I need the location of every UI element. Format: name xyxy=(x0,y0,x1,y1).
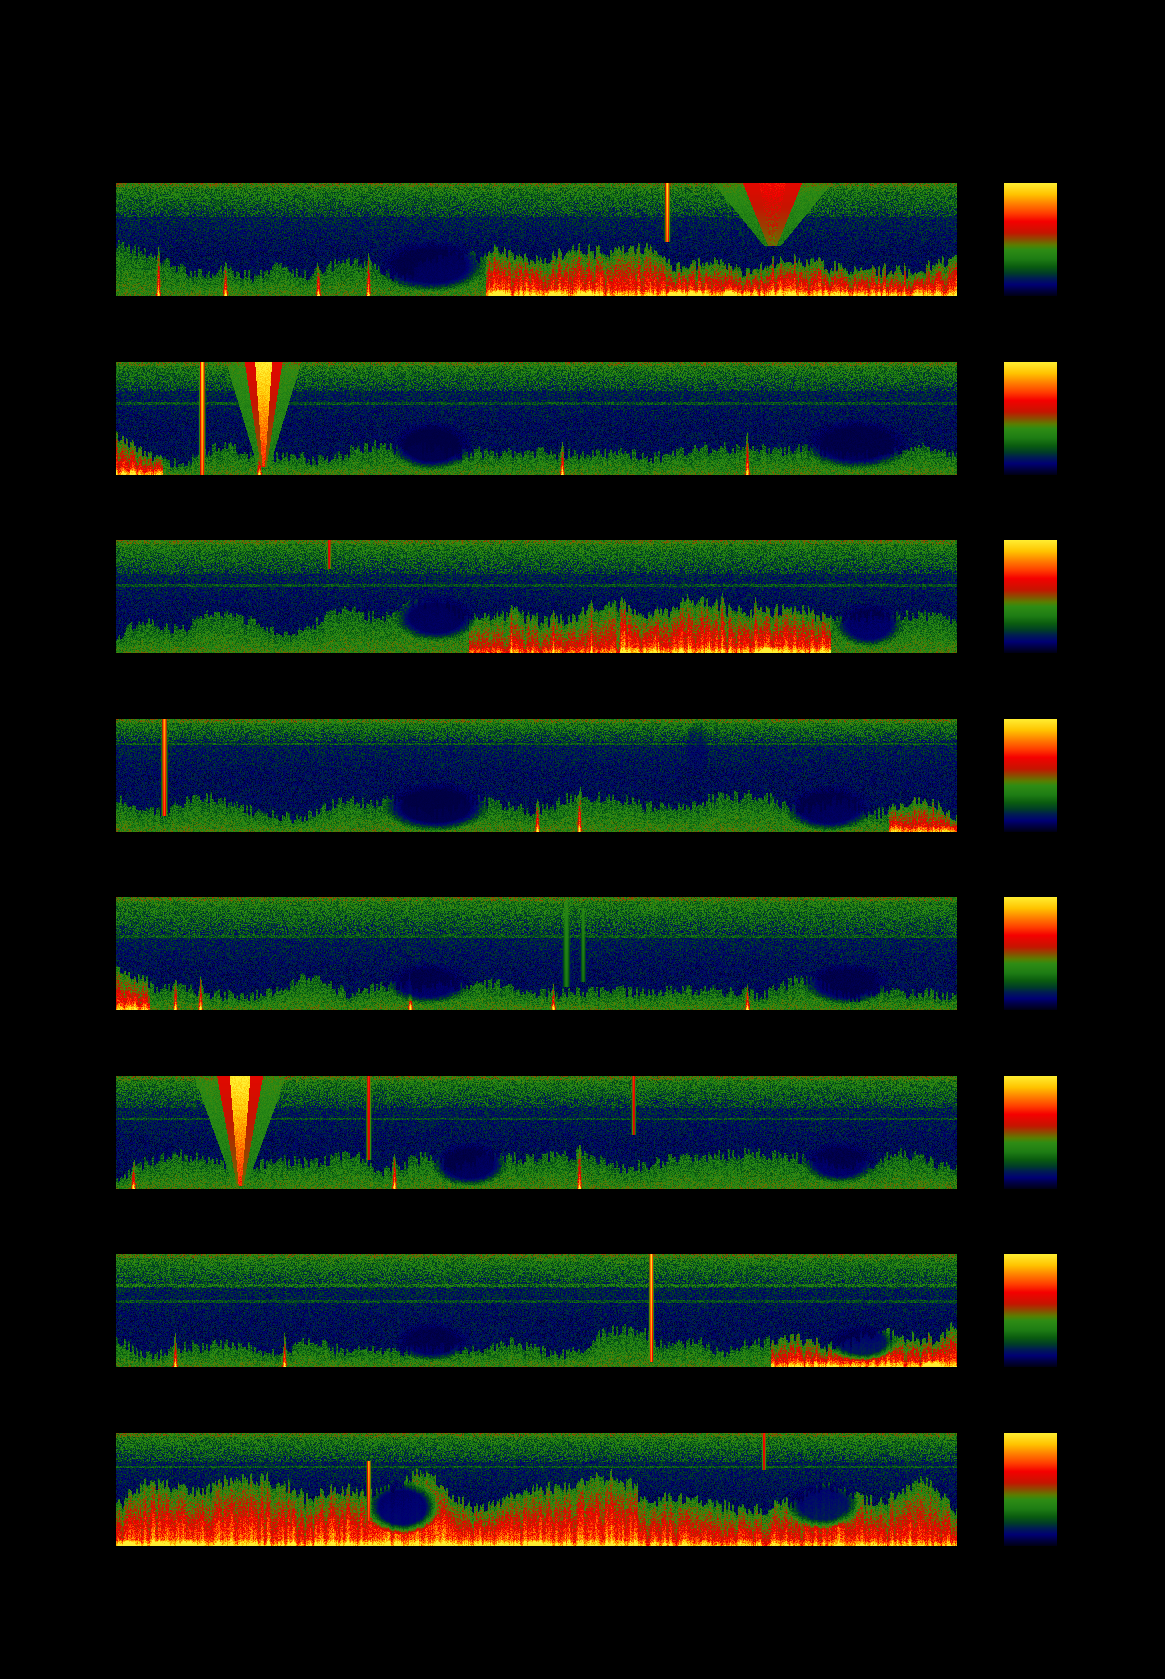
spectrogram-figure xyxy=(0,0,1165,1679)
colorbar-panel-1 xyxy=(1004,183,1057,296)
colorbar-panel-6 xyxy=(1004,1076,1057,1189)
spectrogram-panel-3 xyxy=(116,540,957,653)
colorbar-panel-5 xyxy=(1004,897,1057,1010)
colorbar-panel-7 xyxy=(1004,1254,1057,1367)
spectrogram-panel-5 xyxy=(116,897,957,1010)
spectrogram-panel-1 xyxy=(116,183,957,296)
spectrogram-panel-7 xyxy=(116,1254,957,1367)
spectrogram-panel-4 xyxy=(116,719,957,832)
colorbar-panel-8 xyxy=(1004,1433,1057,1546)
colorbar-panel-4 xyxy=(1004,719,1057,832)
colorbar-panel-3 xyxy=(1004,540,1057,653)
spectrogram-panel-8 xyxy=(116,1433,957,1546)
spectrogram-panel-6 xyxy=(116,1076,957,1189)
colorbar-panel-2 xyxy=(1004,362,1057,475)
spectrogram-panel-2 xyxy=(116,362,957,475)
